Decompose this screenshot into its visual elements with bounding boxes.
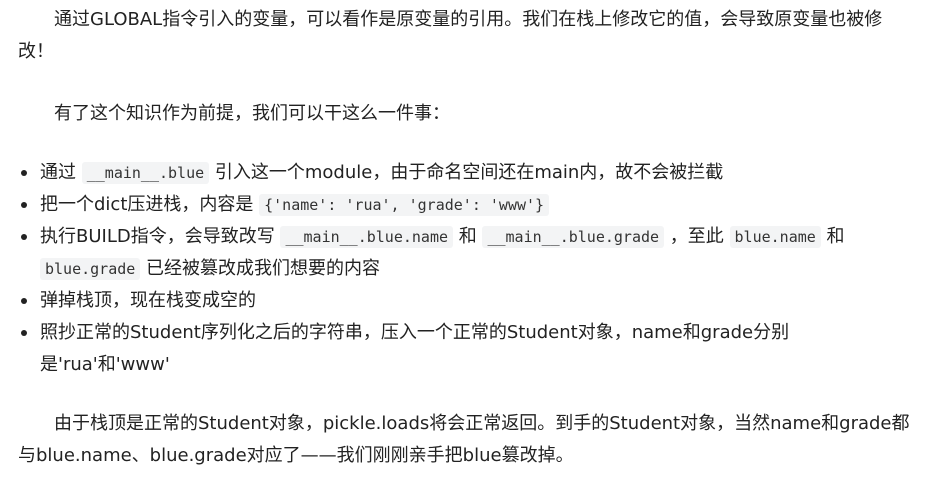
paragraph-conclusion: 由于栈顶是正常的Student对象，pickle.loads将会正常返回。到手的…: [18, 413, 910, 466]
article-body: 通过GLOBAL指令引入的变量，可以看作是原变量的引用。我们在栈上修改它的值，会…: [0, 0, 937, 487]
list-item-text: 把一个dict压进栈，内容是: [40, 194, 260, 215]
inline-code: __main__.blue: [81, 162, 210, 184]
inline-code: __main__.blue.grade: [482, 226, 665, 248]
list-item-text: 执行BUILD指令，会导致改写: [40, 226, 281, 247]
list-item-text: 弹掉栈顶，现在栈变成空的: [40, 290, 256, 311]
paragraph-premise: 有了这个知识作为前提，我们可以干这么一件事：: [54, 103, 450, 124]
list-item-text: 和: [453, 226, 483, 247]
list-item-text: 已经被篡改成我们想要的内容: [140, 258, 381, 279]
list-item-text: 和: [820, 226, 845, 247]
inline-code: blue.name: [729, 226, 821, 248]
steps-list: 通过 __main__.blue 引入这一个module，由于命名空间还在mai…: [18, 157, 918, 381]
list-item-text: 通过: [40, 162, 82, 183]
inline-code: blue.grade: [40, 258, 141, 280]
inline-code: {'name': 'rua', 'grade': 'www'}: [259, 194, 550, 216]
list-item: 通过 __main__.blue 引入这一个module，由于命名空间还在mai…: [18, 157, 918, 189]
list-item: 把一个dict压进栈，内容是 {'name': 'rua', 'grade': …: [18, 189, 918, 221]
list-item-text: 照抄正常的Student序列化之后的字符串，压入一个正常的Student对象，n…: [40, 322, 790, 375]
list-item: 弹掉栈顶，现在栈变成空的: [18, 285, 918, 317]
list-item-text: 引入这一个module，由于命名空间还在main内，故不会被拦截: [209, 162, 724, 183]
inline-code: __main__.blue.name: [280, 226, 454, 248]
list-item: 照抄正常的Student序列化之后的字符串，压入一个正常的Student对象，n…: [18, 317, 918, 381]
list-item: 执行BUILD指令，会导致改写 __main__.blue.name 和 __m…: [18, 221, 918, 285]
list-item-text: ，至此: [664, 226, 730, 247]
paragraph-global-reference: 通过GLOBAL指令引入的变量，可以看作是原变量的引用。我们在栈上修改它的值，会…: [18, 9, 883, 62]
